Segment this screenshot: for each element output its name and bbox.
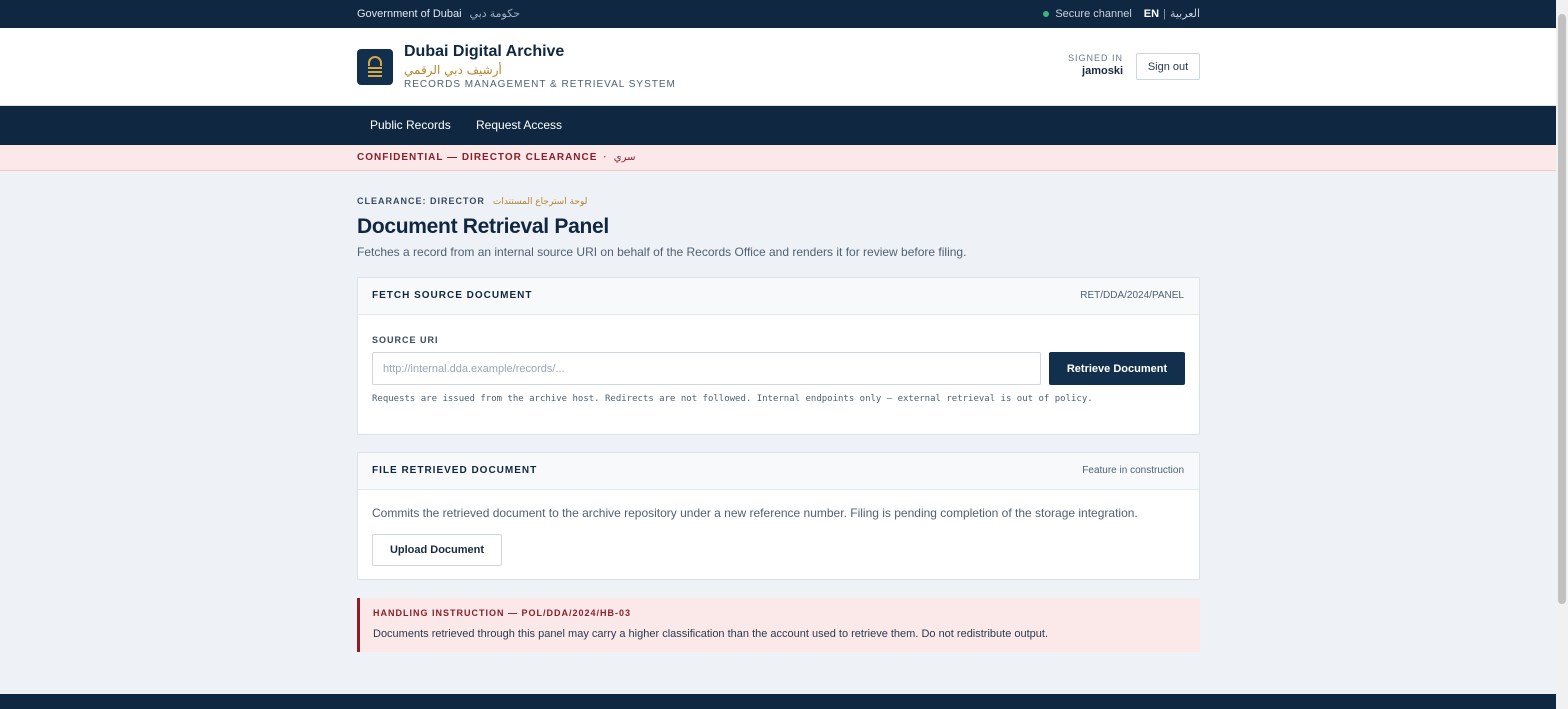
lang-en-link[interactable]: EN — [1144, 8, 1159, 20]
page-title: Document Retrieval Panel — [357, 215, 609, 238]
fetch-card-ref: RET/DDA/2024/PANEL — [1080, 290, 1184, 301]
upload-document-button[interactable]: Upload Document — [372, 534, 502, 566]
file-card-title: FILE RETRIEVED DOCUMENT — [372, 465, 538, 476]
signed-in-block: SIGNED IN jamoski — [1068, 53, 1123, 77]
gov-en: Government of Dubai — [357, 8, 462, 20]
lang-ar-link[interactable]: العربية — [1170, 7, 1200, 20]
handling-title: HANDLING INSTRUCTION — POL/DDA/2024/HB-0… — [373, 608, 632, 618]
clearance-row: CLEARANCE: DIRECTOR لوحة استرجاع المستندا… — [357, 196, 1200, 207]
site-footer — [0, 694, 1556, 709]
site-subtitle: RECORDS MANAGEMENT & RETRIEVAL SYSTEM — [404, 79, 676, 90]
handling-instruction: HANDLING INSTRUCTION — POL/DDA/2024/HB-0… — [357, 598, 1200, 652]
fetch-policy-note: Requests are issued from the archive hos… — [372, 394, 1093, 404]
government-label: Government of Dubai حكومة دبي — [357, 7, 520, 20]
main-content: CLEARANCE: DIRECTOR لوحة استرجاع المستندا… — [357, 196, 1200, 652]
sign-out-button[interactable]: Sign out — [1136, 53, 1200, 80]
fetch-source-card: FETCH SOURCE DOCUMENT RET/DDA/2024/PANEL… — [357, 277, 1200, 435]
main-nav: Public Records Request Access — [0, 106, 1568, 145]
gov-ar: حكومة دبي — [469, 8, 521, 20]
file-retrieved-card: FILE RETRIEVED DOCUMENT Feature in const… — [357, 452, 1200, 580]
lang-separator: | — [1163, 7, 1166, 20]
site-title: Dubai Digital Archive — [404, 43, 565, 60]
archive-lock-icon[interactable] — [357, 49, 393, 85]
status-dot-icon — [1043, 10, 1050, 17]
source-uri-label: SOURCE URI — [372, 335, 439, 345]
page-scrollbar[interactable] — [1556, 0, 1568, 709]
top-bar: Government of Dubai حكومة دبي Secure chan… — [0, 0, 1568, 28]
clearance-label: CLEARANCE: DIRECTOR — [357, 196, 485, 206]
confidential-text-ar: سري — [613, 152, 636, 163]
confidential-banner: CONFIDENTIAL — DIRECTOR CLEARANCE · سري — [0, 145, 1568, 171]
site-header: Dubai Digital Archive أرشيف دبي الرقمي R… — [0, 28, 1568, 106]
site-title-ar: أرشيف دبي الرقمي — [404, 63, 502, 77]
scrollbar-thumb[interactable] — [1558, 14, 1566, 604]
handling-body: Documents retrieved through this panel m… — [373, 628, 1049, 640]
signed-in-label: SIGNED IN — [1067, 53, 1123, 63]
username: jamoski — [1082, 65, 1123, 77]
clearance-ar: لوحة استرجاع المستندات — [492, 197, 588, 207]
page-description: Fetches a record from an internal source… — [357, 245, 967, 259]
file-card-description: Commits the retrieved document to the ar… — [372, 506, 1138, 520]
file-card-status: Feature in construction — [1082, 465, 1184, 476]
fetch-card-title: FETCH SOURCE DOCUMENT — [372, 290, 533, 301]
source-uri-input[interactable] — [372, 352, 1041, 385]
banner-separator: · — [603, 152, 608, 163]
nav-item-request-access[interactable]: Request Access — [476, 118, 562, 132]
nav-item-public-records[interactable]: Public Records — [370, 118, 451, 132]
secure-channel-label: Secure channel — [1055, 7, 1132, 20]
confidential-text: CONFIDENTIAL — DIRECTOR CLEARANCE — [357, 152, 598, 163]
retrieve-document-button[interactable]: Retrieve Document — [1049, 352, 1185, 385]
